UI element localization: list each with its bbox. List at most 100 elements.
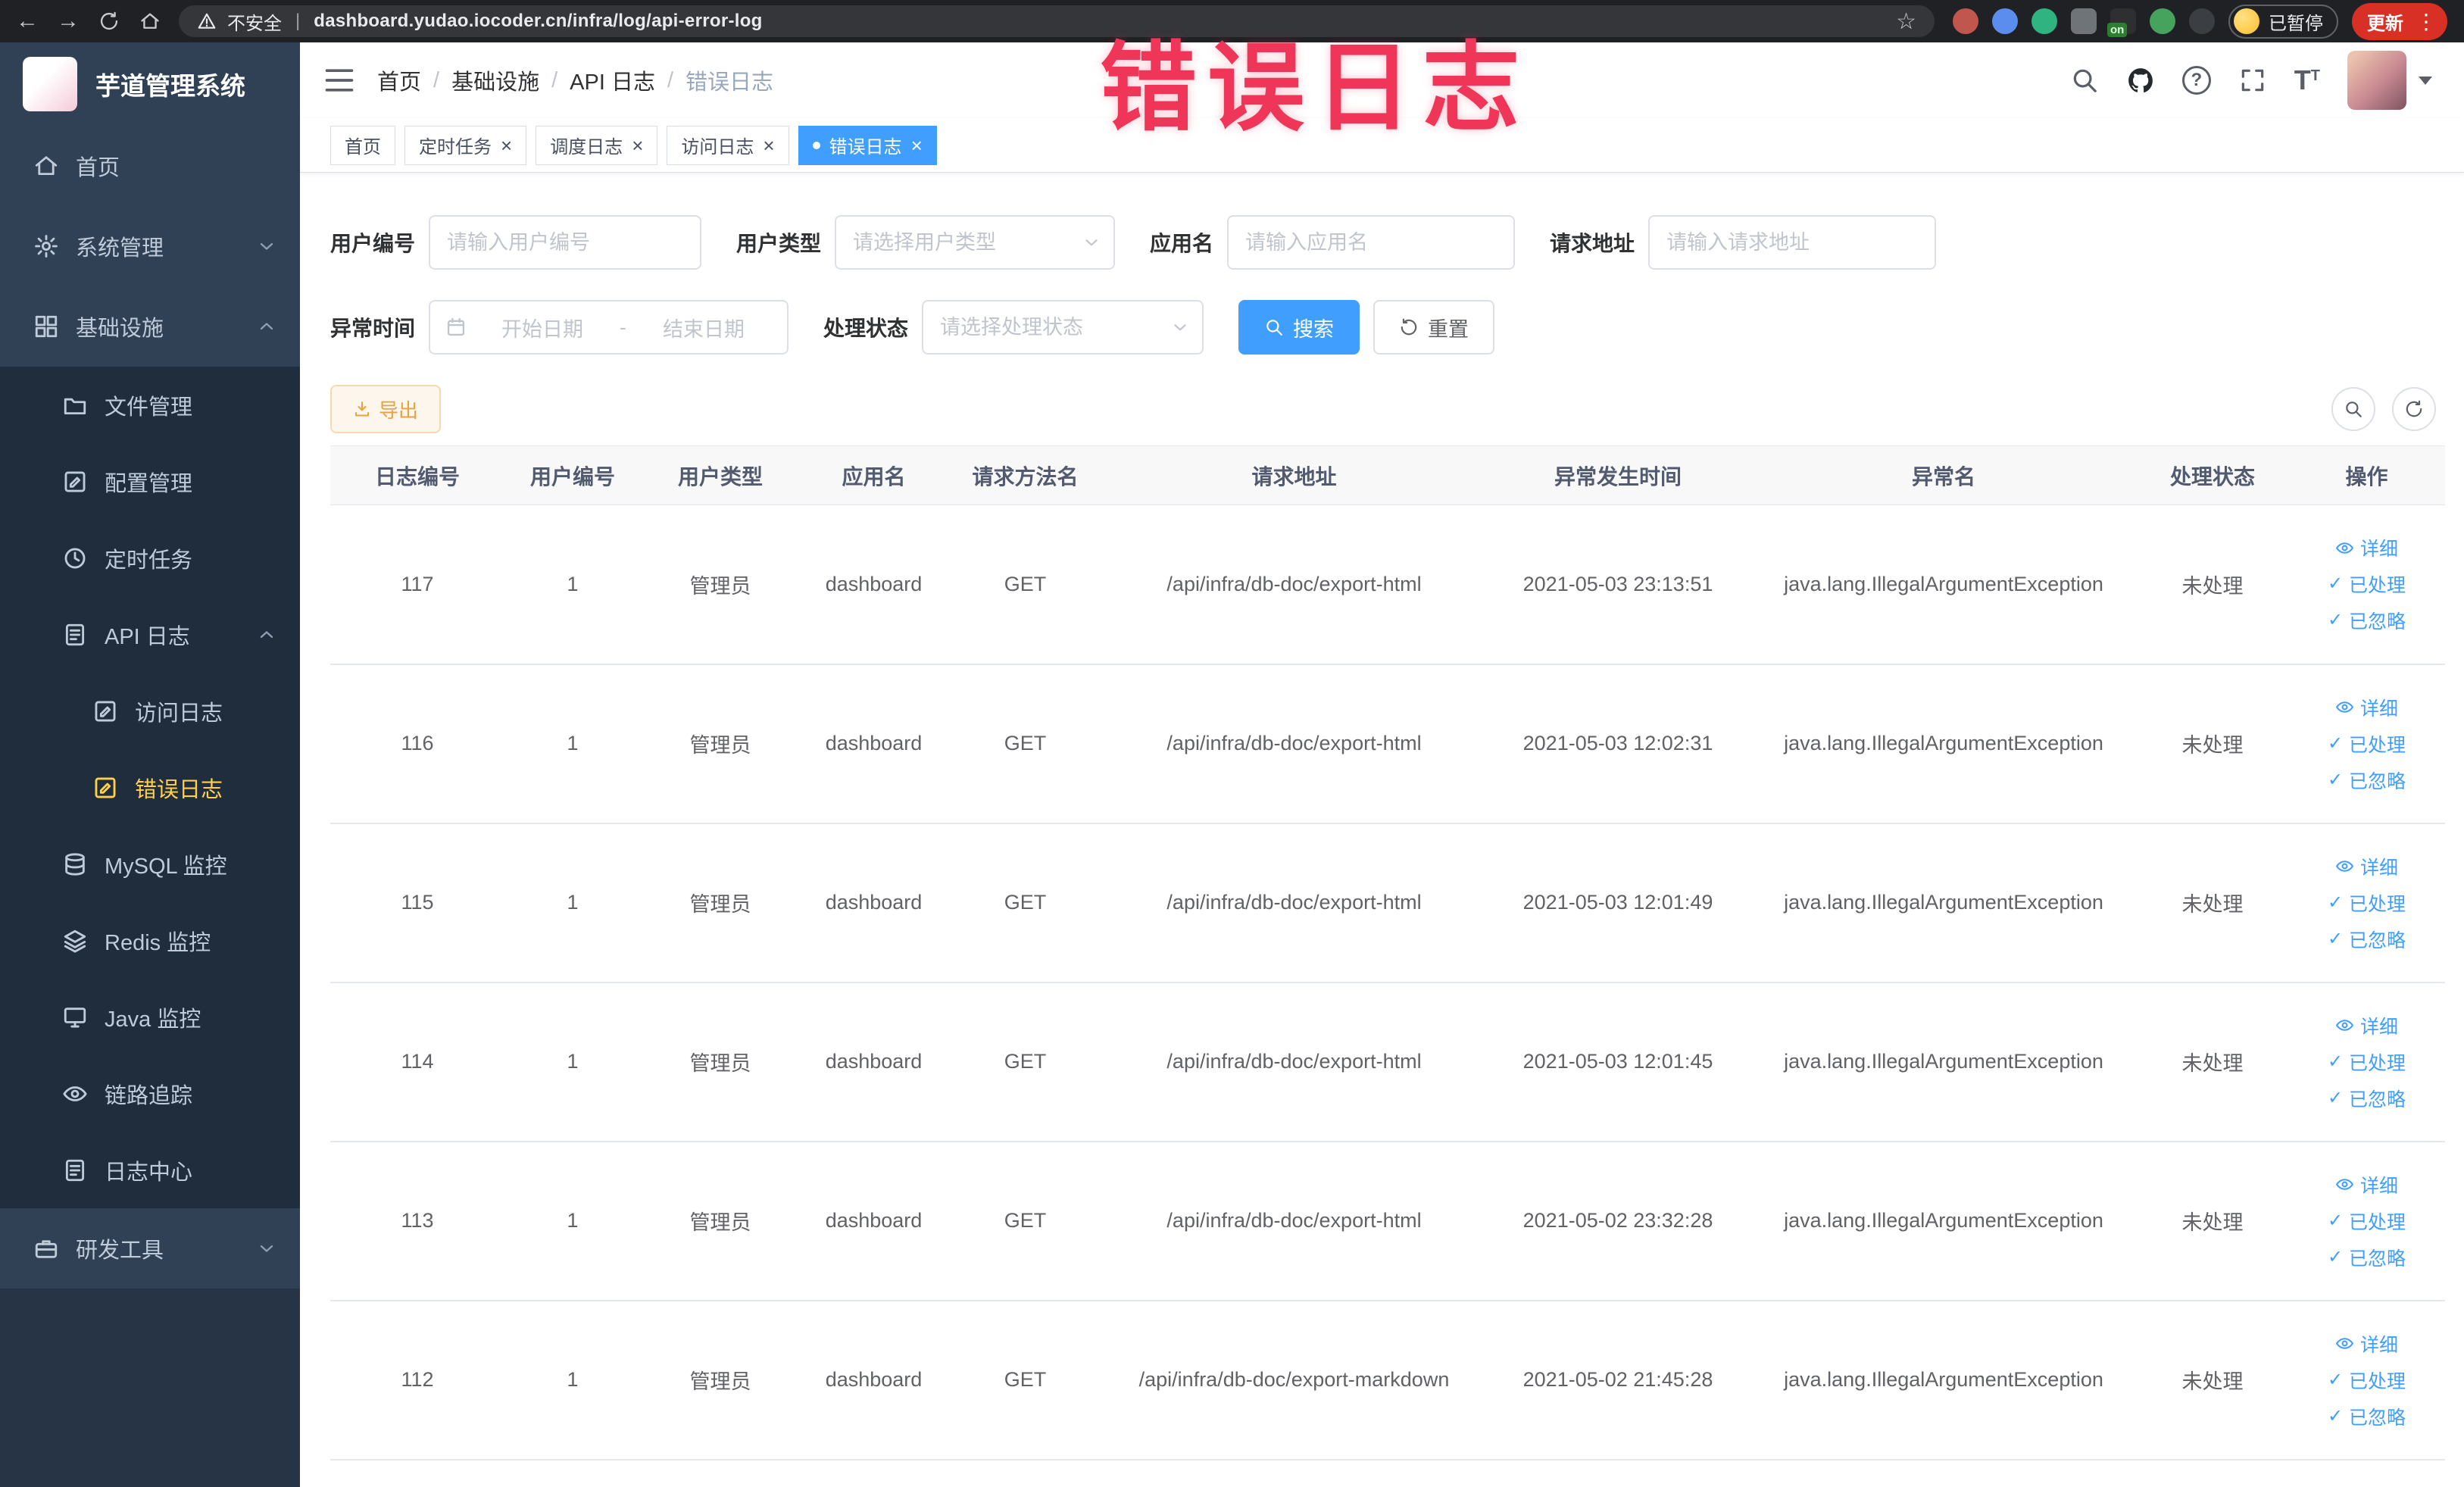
column-header: 应用名 xyxy=(800,445,948,505)
eye-icon xyxy=(2336,701,2353,713)
breadcrumb-home[interactable]: 首页 xyxy=(377,64,421,96)
sidebar-item-file-manage[interactable]: 文件管理 xyxy=(0,367,300,443)
mark-ignored-link[interactable]: ✓ 已忽略 xyxy=(2328,1403,2406,1430)
sidebar-item-error-log[interactable]: 错误日志 xyxy=(0,749,300,826)
sidebar-item-infra[interactable]: 基础设施 xyxy=(0,286,300,367)
filter-user-type: 用户类型 xyxy=(736,215,1116,270)
back-button[interactable]: ← xyxy=(11,5,44,38)
detail-link[interactable]: 详细 xyxy=(2335,694,2398,721)
close-icon[interactable]: × xyxy=(501,136,512,155)
sidebar-item-config-manage[interactable]: 配置管理 xyxy=(0,443,300,520)
detail-link[interactable]: 详细 xyxy=(2335,853,2398,880)
cell-exception-time: 2021-05-03 12:01:45 xyxy=(1485,982,1750,1142)
cell-user-type: 管理员 xyxy=(641,1300,800,1460)
tab-access-log[interactable]: 访问日志 × xyxy=(667,125,789,165)
sidebar-item-system[interactable]: 系统管理 xyxy=(0,206,300,286)
app-logo[interactable]: 芋道管理系统 xyxy=(0,42,300,126)
extension-icon-4[interactable] xyxy=(2071,8,2097,34)
mark-ignored-link[interactable]: ✓ 已忽略 xyxy=(2328,1085,2406,1112)
check-icon: ✓ xyxy=(2327,1369,2344,1390)
toggle-search-button[interactable] xyxy=(2331,387,2375,431)
sidebar-item-log-center[interactable]: 日志中心 xyxy=(0,1132,300,1208)
extension-icon-6[interactable] xyxy=(2150,8,2175,34)
mark-processed-link[interactable]: ✓ 已处理 xyxy=(2328,889,2406,917)
breadcrumb-infra[interactable]: 基础设施 xyxy=(451,64,539,96)
cell-method: GET xyxy=(948,823,1103,983)
table-right-tools xyxy=(2331,387,2436,431)
processed-link-label: 已处理 xyxy=(2349,1052,2406,1074)
sidebar-item-scheduled-jobs[interactable]: 定时任务 xyxy=(0,520,300,596)
tab-home[interactable]: 首页 xyxy=(330,125,395,165)
sidebar-item-java-monitor[interactable]: Java 监控 xyxy=(0,979,300,1055)
mark-ignored-link[interactable]: ✓ 已忽略 xyxy=(2328,1244,2406,1271)
sidebar-toggle-icon[interactable] xyxy=(323,64,356,97)
menu-kebab-icon[interactable]: ⋮ xyxy=(2411,9,2441,34)
close-icon[interactable]: × xyxy=(763,136,774,155)
reload-button[interactable] xyxy=(92,5,126,38)
logo-image xyxy=(23,57,77,111)
reset-button[interactable]: 重置 xyxy=(1373,300,1495,355)
date-range-picker[interactable]: 开始日期 - 结束日期 xyxy=(429,300,789,355)
mark-processed-link[interactable]: ✓ 已处理 xyxy=(2328,570,2406,598)
sidebar-item-access-log[interactable]: 访问日志 xyxy=(0,673,300,749)
mark-processed-link[interactable]: ✓ 已处理 xyxy=(2328,1367,2406,1394)
mark-processed-link[interactable]: ✓ 已处理 xyxy=(2328,1207,2406,1235)
cell-log-id: 113 xyxy=(330,1141,504,1301)
ignored-link-label: 已忽略 xyxy=(2349,1407,2406,1429)
extension-icon-1[interactable] xyxy=(1953,8,1978,34)
check-icon: ✓ xyxy=(2327,733,2344,754)
mark-ignored-link[interactable]: ✓ 已忽略 xyxy=(2328,767,2406,794)
mark-processed-link[interactable]: ✓ 已处理 xyxy=(2328,730,2406,758)
font-size-button[interactable]: TT xyxy=(2294,67,2320,94)
detail-link[interactable]: 详细 xyxy=(2335,1171,2398,1198)
cell-process-status: 未处理 xyxy=(2137,505,2288,665)
bookmark-star-icon[interactable]: ☆ xyxy=(1896,8,1916,35)
mark-ignored-link[interactable]: ✓ 已忽略 xyxy=(2328,926,2406,953)
sidebar-item-dev-tools[interactable]: 研发工具 xyxy=(0,1208,300,1289)
fullscreen-button[interactable] xyxy=(2238,66,2267,95)
detail-link[interactable]: 详细 xyxy=(2335,534,2398,561)
sidebar-item-home[interactable]: 首页 xyxy=(0,126,300,206)
detail-link-label: 详细 xyxy=(2359,1175,2398,1197)
detail-link[interactable]: 详细 xyxy=(2335,1012,2398,1039)
profile-chip[interactable]: 已暂停 xyxy=(2228,4,2338,39)
export-button[interactable]: 导出 xyxy=(330,385,442,433)
app-name-input[interactable] xyxy=(1227,215,1516,270)
close-icon[interactable]: × xyxy=(632,136,643,155)
sidebar-item-link-trace[interactable]: 链路追踪 xyxy=(0,1055,300,1132)
header-search-button[interactable] xyxy=(2070,66,2099,95)
extension-icon-7[interactable] xyxy=(2189,8,2215,34)
tab-error-log[interactable]: 错误日志 × xyxy=(798,125,937,165)
close-icon[interactable]: × xyxy=(911,136,923,155)
extension-icon-5[interactable]: on xyxy=(2107,8,2136,37)
user-id-input[interactable] xyxy=(429,215,702,270)
help-button[interactable]: ? xyxy=(2181,66,2211,95)
user-type-select[interactable] xyxy=(835,215,1116,270)
date-separator: - xyxy=(620,315,627,339)
github-link[interactable] xyxy=(2126,66,2155,95)
refresh-table-button[interactable] xyxy=(2392,387,2436,431)
request-url-input[interactable] xyxy=(1648,215,1937,270)
process-status-select[interactable] xyxy=(922,300,1204,355)
update-button[interactable]: 更新 ⋮ xyxy=(2352,2,2447,40)
user-menu[interactable] xyxy=(2347,51,2432,110)
tab-dispatch-log[interactable]: 调度日志 × xyxy=(536,125,658,165)
breadcrumb-api-log[interactable]: API 日志 xyxy=(570,64,655,96)
url-bar[interactable]: 不安全 | dashboard.yudao.iocoder.cn/infra/l… xyxy=(179,5,1935,37)
search-button[interactable]: 搜索 xyxy=(1238,300,1360,355)
sidebar-item-api-log[interactable]: API 日志 xyxy=(0,596,300,673)
tab-label: 访问日志 xyxy=(681,137,754,158)
extension-icon-3[interactable] xyxy=(2031,8,2057,34)
tab-scheduled-jobs[interactable]: 定时任务 × xyxy=(404,125,527,165)
detail-link-label: 详细 xyxy=(2359,1016,2398,1038)
extension-icon-2[interactable] xyxy=(1992,8,2018,34)
browser-home-button[interactable] xyxy=(133,5,167,38)
mark-processed-link[interactable]: ✓ 已处理 xyxy=(2328,1048,2406,1076)
detail-link[interactable]: 详细 xyxy=(2335,1330,2398,1357)
cell-user-type: 管理员 xyxy=(641,982,800,1142)
sidebar-item-mysql-monitor[interactable]: MySQL 监控 xyxy=(0,826,300,902)
sidebar-item-redis-monitor[interactable]: Redis 监控 xyxy=(0,902,300,979)
forward-button[interactable]: → xyxy=(52,5,85,38)
mark-ignored-link[interactable]: ✓ 已忽略 xyxy=(2328,607,2406,634)
ignored-link-label: 已忽略 xyxy=(2349,1089,2406,1111)
